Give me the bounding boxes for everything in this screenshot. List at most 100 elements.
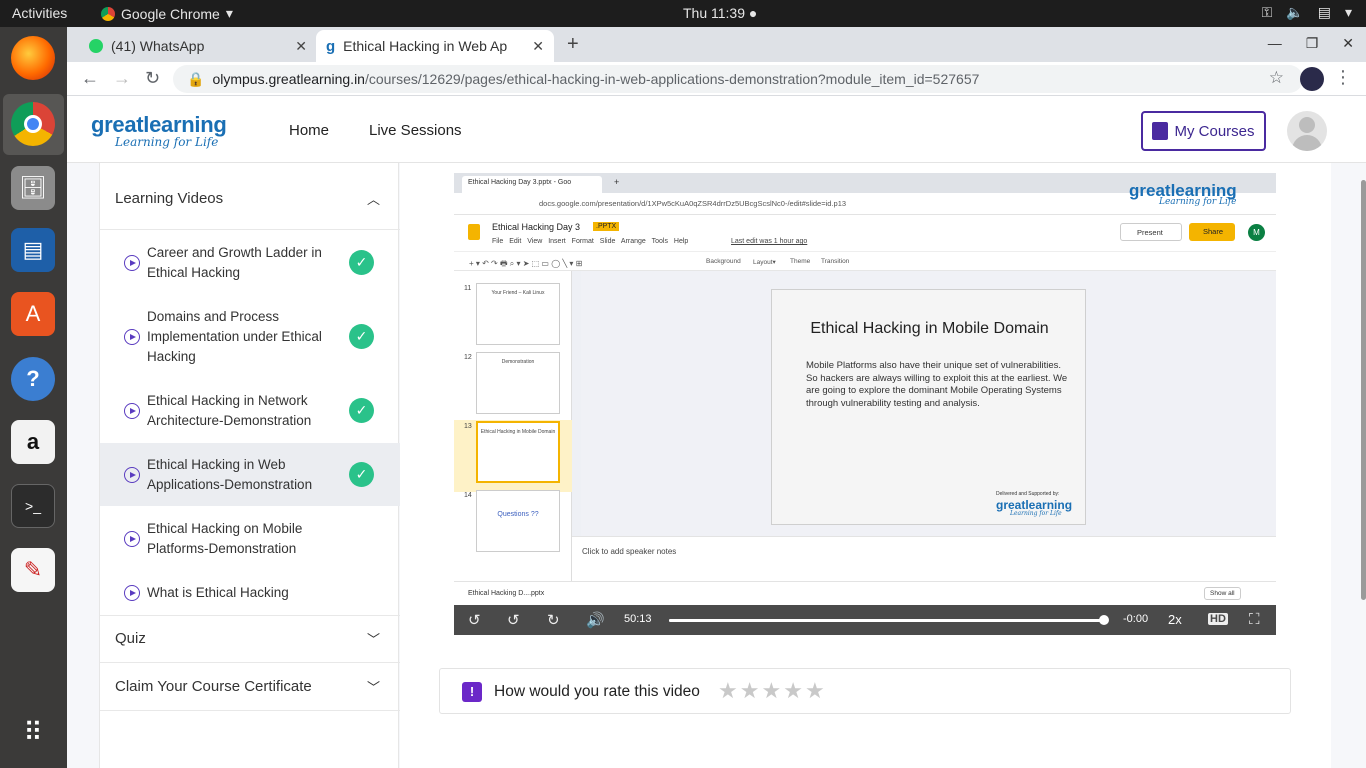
section-title: Claim Your Course Certificate [115, 677, 312, 695]
hd-icon[interactable]: HD [1208, 613, 1228, 625]
page-scrollbar[interactable] [1361, 180, 1366, 600]
close-icon[interactable]: ✕ [295, 38, 307, 55]
course-sidebar: Learning Videos ︿ Career and Growth Ladd… [99, 163, 400, 768]
tab-whatsapp[interactable]: (41) WhatsApp ✕ [79, 30, 317, 62]
show-all: Show all [1204, 587, 1241, 600]
toolbar-transition: Transition [821, 258, 850, 265]
lesson-item[interactable]: What is Ethical Hacking [100, 571, 400, 615]
slide-thumb: Questions ?? [476, 490, 560, 552]
star-icon[interactable]: ★ [805, 678, 827, 703]
book-icon [1152, 122, 1169, 140]
slide: Ethical Hacking in Mobile Domain Mobile … [771, 289, 1086, 525]
progress-handle[interactable] [1099, 615, 1109, 625]
forward-icon[interactable]: ↻ [547, 611, 560, 629]
app-grid-icon[interactable]: ⠿ [11, 710, 55, 754]
writer-icon[interactable]: ▤ [11, 228, 55, 272]
fullscreen-icon[interactable]: ⛶ [1249, 611, 1260, 628]
restore-button[interactable]: ❐ [1306, 35, 1319, 52]
toolbar-icons: + ▾ ↶ ↷ 🖶 ⌕ ▾ ➤ ⬚ ▭ ◯ ╲ ▾ ⊞ [469, 259, 583, 268]
url-path: /courses/12629/pages/ethical-hacking-in-… [364, 71, 980, 87]
battery-icon: ▤ [1317, 4, 1331, 20]
video-player[interactable]: Ethical Hacking Day 3.pptx - Goo + docs.… [454, 173, 1276, 635]
window-controls: — ❐ ✕ [1268, 35, 1354, 52]
section-certificate[interactable]: Claim Your Course Certificate ﹀ [100, 662, 400, 710]
progress-track[interactable] [669, 619, 1104, 622]
tab-ethical-hacking[interactable]: g Ethical Hacking in Web Ap ✕ [316, 30, 554, 62]
back-button[interactable]: ← [81, 68, 99, 89]
replay-icon[interactable]: ↺ [507, 611, 520, 629]
files-icon[interactable]: 🗄 [11, 166, 55, 210]
progress-fill [669, 619, 1100, 622]
star-rating[interactable]: ★★★★★ [718, 678, 827, 704]
lesson-item[interactable]: Career and Growth Ladder in Ethical Hack… [100, 231, 400, 295]
terminal-icon[interactable]: >_ [11, 484, 55, 528]
lesson-item[interactable]: Ethical Hacking on Mobile Platforms-Demo… [100, 507, 400, 571]
clock[interactable]: Thu 11:39 ● [683, 5, 757, 21]
lesson-title: Domains and Process Implementation under… [147, 309, 322, 364]
doc-menu: File Edit View Insert Format Slide Arran… [492, 238, 689, 245]
chrome-menu-icon[interactable]: ⋮ [1334, 67, 1352, 88]
doc-user-avatar: M [1248, 224, 1265, 241]
lesson-title: Ethical Hacking in Network Architecture-… [147, 393, 312, 428]
rewind-icon[interactable]: ↺ [468, 611, 481, 629]
slide-logo: greatlearning Learning for Life [996, 498, 1073, 517]
star-icon[interactable]: ★ [718, 678, 740, 703]
play-circle-icon [124, 329, 140, 345]
nav-live-sessions[interactable]: Live Sessions [369, 122, 462, 139]
lesson-title: Ethical Hacking on Mobile Platforms-Demo… [147, 521, 303, 556]
lesson-item[interactable]: Ethical Hacking in Network Architecture-… [100, 379, 400, 443]
new-tab-button[interactable]: + [567, 33, 579, 56]
address-bar[interactable]: 🔒 olympus.greatlearning.in/courses/12629… [173, 65, 1303, 93]
bookmark-star-icon[interactable]: ☆ [1269, 68, 1284, 88]
slide-body: Mobile Platforms also have their unique … [806, 360, 1068, 409]
slide-title: Ethical Hacking in Mobile Domain [810, 320, 1049, 337]
lesson-title: Career and Growth Ladder in Ethical Hack… [147, 245, 322, 280]
slides-docbar: Ethical Hacking Day 3 .PPTX File Edit Vi… [454, 215, 1276, 251]
volume-icon[interactable]: 🔊 [586, 611, 605, 629]
my-courses-button[interactable]: My Courses [1141, 111, 1266, 151]
minimize-button[interactable]: — [1268, 35, 1282, 52]
current-time: 50:13 [624, 613, 652, 625]
play-circle-icon [124, 585, 140, 601]
slides-toolbar: + ▾ ↶ ↷ 🖶 ⌕ ▾ ➤ ⬚ ▭ ◯ ╲ ▾ ⊞ Background L… [454, 251, 1276, 271]
app-menu[interactable]: Google Chrome ▾ [101, 5, 233, 22]
slides-icon [468, 224, 480, 240]
forward-button[interactable]: → [113, 68, 131, 89]
close-window-button[interactable]: ✕ [1342, 35, 1354, 52]
chrome-icon[interactable] [11, 102, 55, 146]
greatlearning-logo[interactable]: greatlearning Learning for Life [91, 112, 227, 149]
document-viewer-icon[interactable]: ✎ [11, 548, 55, 592]
section-title: Quiz [115, 629, 146, 647]
feedback-icon: ! [462, 682, 482, 702]
star-icon[interactable]: ★ [761, 678, 783, 703]
section-learning-videos[interactable]: Learning Videos ︿ [100, 174, 400, 222]
toolbar-layout: Layout▾ [753, 259, 776, 266]
system-tray[interactable]: ⚿ 🔈 ▤ ▾ [1262, 4, 1352, 21]
profile-avatar[interactable] [1300, 67, 1324, 91]
star-icon[interactable]: ★ [740, 678, 762, 703]
firefox-icon[interactable] [11, 36, 55, 80]
speed-button[interactable]: 2x [1168, 612, 1182, 627]
tab-title: Ethical Hacking in Web Ap [343, 38, 508, 54]
user-avatar[interactable] [1287, 111, 1327, 151]
dock: 🗄 ▤ A ? a >_ ✎ ⠿ [0, 27, 67, 768]
help-icon[interactable]: ? [11, 357, 55, 401]
slide-delivered: Delivered and Supported by: [996, 491, 1060, 497]
chevron-down-icon: ▾ [225, 5, 233, 21]
software-center-icon[interactable]: A [11, 292, 55, 336]
lesson-item[interactable]: Domains and Process Implementation under… [100, 295, 400, 379]
nav-home[interactable]: Home [289, 122, 329, 139]
inner-tab-title: Ethical Hacking Day 3.pptx - Goo [468, 179, 572, 186]
check-circle-icon: ✓ [349, 398, 374, 423]
amazon-icon[interactable]: a [11, 420, 55, 464]
activities-button[interactable]: Activities [12, 5, 67, 21]
speaker-notes: Click to add speaker notes [572, 536, 1276, 581]
section-quiz[interactable]: Quiz ﹀ [100, 614, 400, 662]
close-icon[interactable]: ✕ [532, 38, 544, 55]
remaining-time: -0:00 [1123, 613, 1149, 625]
reload-button[interactable]: ↻ [145, 68, 160, 89]
play-circle-icon [124, 467, 140, 483]
lesson-item-active[interactable]: Ethical Hacking in Web Applications-Demo… [100, 443, 400, 506]
notes-placeholder: Click to add speaker notes [582, 547, 677, 556]
star-icon[interactable]: ★ [783, 678, 805, 703]
